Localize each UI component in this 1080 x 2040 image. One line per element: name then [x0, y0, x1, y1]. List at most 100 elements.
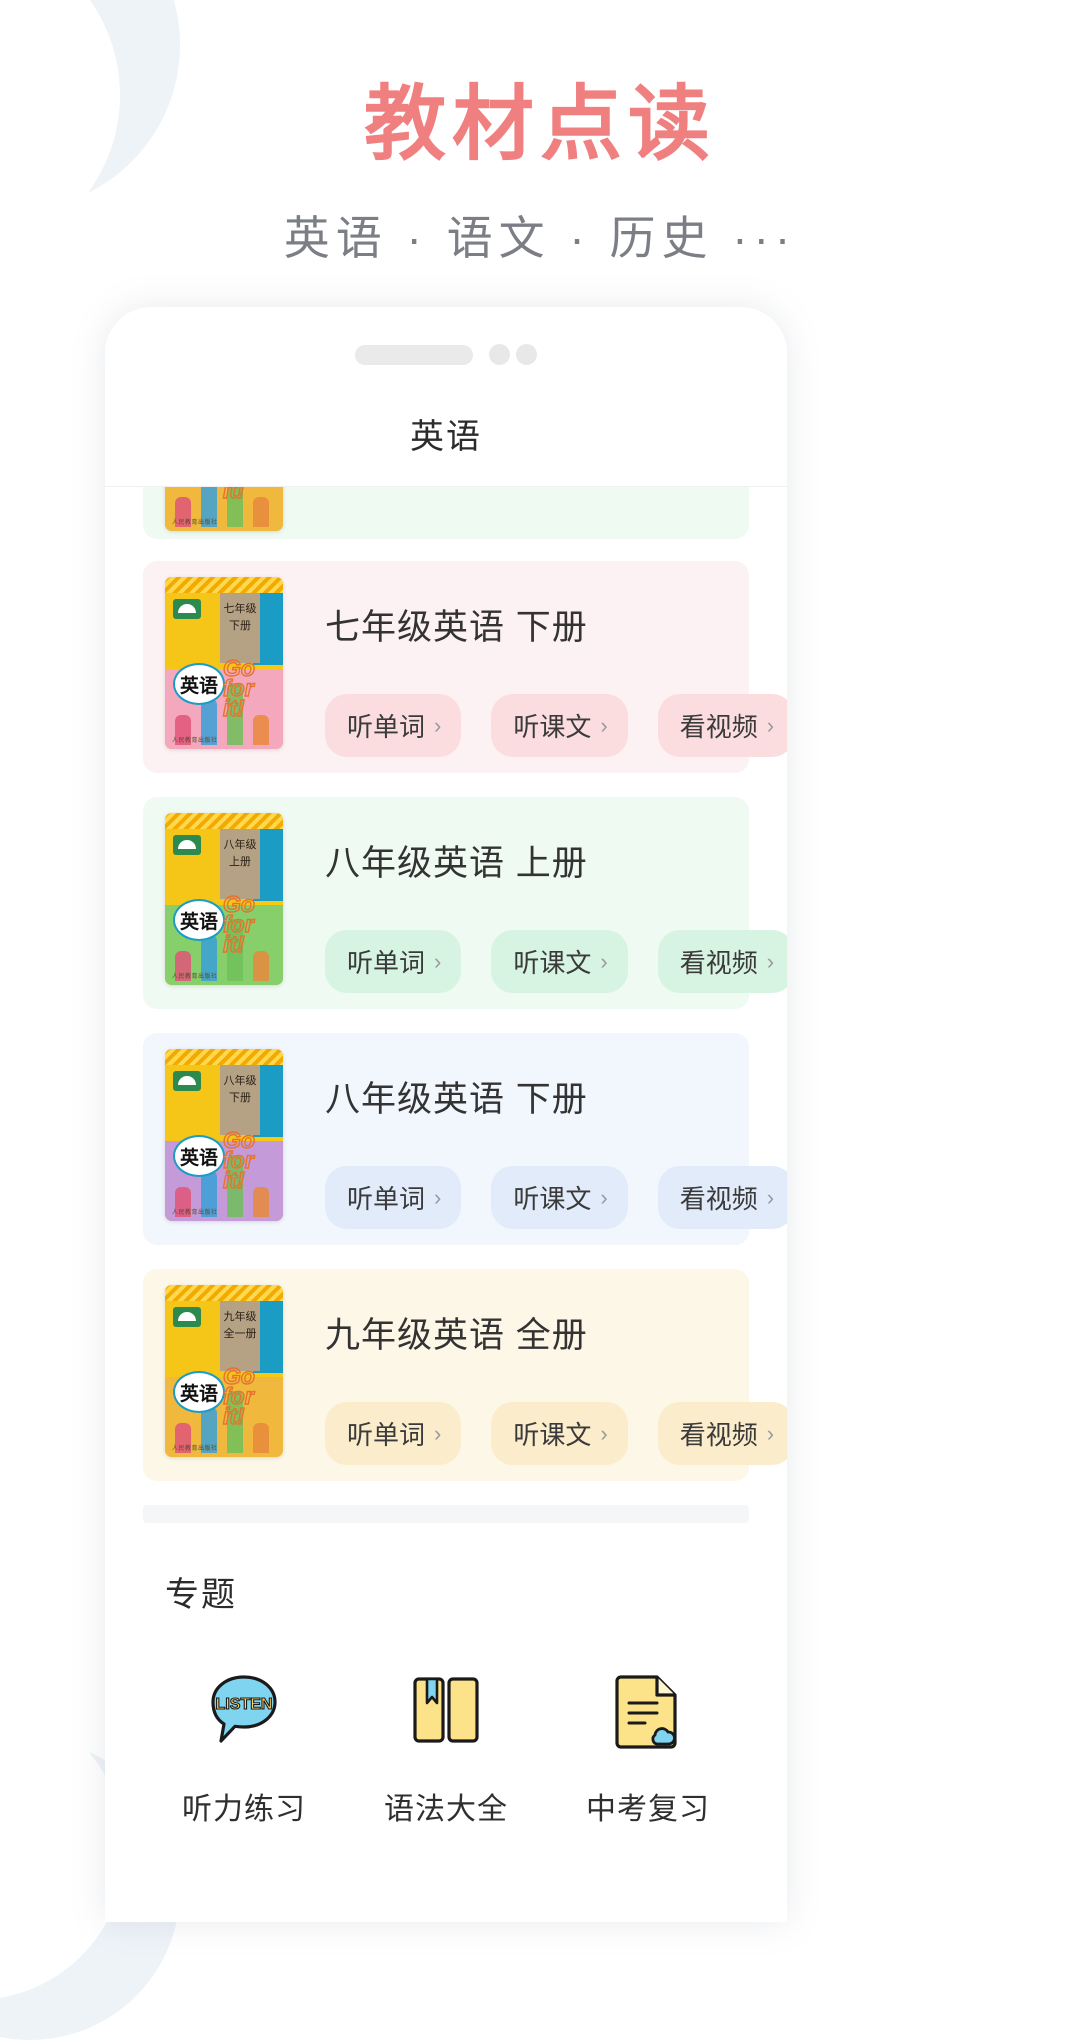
document-cloud-icon [547, 1662, 749, 1758]
phone-mockup: 英语 英语Goforit!人民教育出版社七年级下册英语Goforit!人民教育出… [105, 307, 787, 1922]
publisher-badge-icon [173, 599, 201, 619]
cover-publisher-text: 人民教育出版社 [172, 1446, 218, 1452]
book-title: 七年级英语 下册 [325, 608, 588, 647]
cover-publisher-text: 人民教育出版社 [172, 974, 218, 980]
topic-item[interactable]: 语法大全 [345, 1662, 547, 1828]
hero-section: 教材点读 英语 · 语文 · 历史 ··· [0, 0, 1080, 268]
cover-grade-text: 八年级 下册 [223, 1075, 257, 1104]
chevron-right-icon: › [434, 948, 442, 974]
chevron-right-icon: › [766, 712, 775, 738]
book-cover-image[interactable]: 八年级 上册 英语 Go for it! 人民教育出版社 [165, 813, 283, 985]
cover-goforit-text: Goforit! [222, 655, 255, 721]
book-card[interactable]: 八年级 下册 英语 Go for it! 人民教育出版社 八年级英语 下册 听单词 › 听课文 › 看视… [143, 1033, 787, 1245]
book-card[interactable]: 九年级 全一册 英语 Go for it! 人民教育出版社 九年级英语 全册 听单词 › 听课文 › 看… [143, 1269, 787, 1481]
book-action-label: 听单词 [347, 948, 426, 978]
book-action-label: 听单词 [347, 1184, 426, 1214]
chevron-right-icon: › [434, 1420, 442, 1446]
book-action-label: 看视频 [679, 1420, 758, 1450]
cover-subject-label: 英语 [173, 1135, 225, 1177]
book-card-body: 七年级英语 下册听单词 › 听课文 › 看视频 › [283, 577, 787, 757]
topic-item[interactable]: LISTEN 听力练习 [143, 1662, 345, 1828]
book-cover-image[interactable]: 七年级 下册 英语 Go for it! 人民教育出版社 [165, 577, 283, 749]
book-cover-image[interactable]: 八年级 下册英语 Go for it! 人民教育出版社 [165, 1049, 283, 1221]
book-action-label: 听课文 [513, 712, 592, 742]
chevron-right-icon: › [434, 712, 442, 738]
book-action-row: 听单词 › 听课文 › 看视频 › [325, 1166, 787, 1229]
cover-grade-text: 八年级 上册 [223, 839, 257, 868]
book-action-row: 听单词 › 听课文 › 看视频 › [325, 694, 787, 757]
publisher-badge-icon [173, 1071, 201, 1091]
book-action-label: 看视频 [679, 1184, 758, 1214]
book-action-button[interactable]: 看视频 › [657, 930, 787, 993]
book-action-button[interactable]: 听单词 › [325, 1402, 462, 1465]
book-action-row: 听单词 › 听课文 › 看视频 › [325, 1402, 787, 1465]
topic-grid[interactable]: LISTEN 听力练习 语法大全 中考复习 [105, 1662, 787, 1828]
book-action-row: 听单词 › 听课文 › 看视频 › [325, 930, 787, 993]
book-title: 九年级英语 全册 [325, 1316, 588, 1355]
cover-goforit-text: Goforit! [222, 891, 255, 957]
book-action-button[interactable]: 看视频 › [657, 1166, 787, 1229]
topic-label: 中考复习 [586, 1793, 710, 1826]
book-action-button[interactable]: 听单词 › [325, 1166, 462, 1229]
book-action-button[interactable]: 听课文 › [491, 694, 628, 757]
cover-goforit-text: Goforit! [222, 1363, 255, 1429]
book-action-button[interactable]: 看视频 › [657, 694, 787, 757]
book-card[interactable]: 英语Goforit!人民教育出版社 [143, 487, 749, 539]
book-action-button[interactable]: 听单词 › [325, 694, 462, 757]
cover-grade-text: 七年级 下册 [223, 603, 257, 632]
svg-text:LISTEN: LISTEN [216, 1696, 273, 1713]
book-action-label: 听单词 [347, 712, 426, 742]
book-card[interactable]: 八年级 上册 英语 Go for it! 人民教育出版社 八年级英语 上册 听单词 › 听课文 › 看视… [143, 797, 787, 1009]
publisher-badge-icon [173, 1307, 201, 1327]
phone-notch [105, 307, 787, 365]
book-action-button[interactable]: 听课文 › [491, 930, 628, 993]
cover-subject-label: 英语 [173, 663, 225, 705]
chevron-right-icon: › [766, 1420, 775, 1446]
book-action-label: 听课文 [513, 948, 592, 978]
book-card-body: 八年级英语 下册 听单词 › 听课文 › 看视频 › [283, 1049, 787, 1229]
book-card-body: 八年级英语 上册听单词 › 听课文 › 看视频 › [283, 813, 787, 993]
book-card[interactable]: 七年级 下册 英语 Go for it! 人民教育出版社 七年级英语 下册 听单词 › 听课文 › 看视… [143, 561, 787, 773]
book-title: 八年级英语 下册 [325, 1080, 588, 1119]
speaker-bar-icon [355, 344, 473, 365]
topic-item[interactable]: 中考复习 [547, 1662, 749, 1828]
book-action-label: 看视频 [679, 948, 758, 978]
cover-stripe [165, 813, 283, 829]
cover-stripe [165, 577, 283, 593]
chevron-right-icon: › [600, 1420, 608, 1446]
publisher-badge-icon [173, 835, 201, 855]
book-action-button[interactable]: 听课文 › [491, 1402, 628, 1465]
book-list[interactable]: 英语Goforit!人民教育出版社七年级下册英语Goforit!人民教育出版社七… [105, 486, 787, 1481]
topic-label: 听力练习 [182, 1793, 306, 1826]
book-cover-image[interactable]: 英语Goforit!人民教育出版社 [165, 487, 283, 531]
app-page-title: 英语 [410, 418, 482, 456]
chevron-right-icon: › [766, 1184, 775, 1210]
book-action-button[interactable]: 听单词 › [325, 930, 462, 993]
cover-goforit-text: Goforit! [222, 1127, 255, 1193]
book-action-button[interactable]: 听课文 › [491, 1166, 628, 1229]
chevron-right-icon: › [434, 1184, 442, 1210]
chevron-right-icon: › [600, 712, 608, 738]
book-action-label: 听单词 [347, 1420, 426, 1450]
chevron-right-icon: › [600, 948, 608, 974]
page-title: 教材点读 [363, 79, 716, 170]
cover-stripe [165, 1285, 283, 1301]
book-card-body: 九年级英语 全册听单词 › 听课文 › 看视频 › [283, 1285, 787, 1465]
topic-section-heading: 专题 [165, 1576, 237, 1614]
book-action-button[interactable]: 看视频 › [657, 1402, 787, 1465]
book-title: 八年级英语 上册 [325, 844, 588, 883]
cover-publisher-text: 人民教育出版社 [172, 1210, 218, 1216]
cover-publisher-text: 人民教育出版社 [172, 520, 218, 526]
book-cover-image[interactable]: 九年级 全一册 英语 Go for it! 人民教育出版社 [165, 1285, 283, 1457]
chevron-right-icon: › [600, 1184, 608, 1210]
book-action-label: 看视频 [679, 712, 758, 742]
chevron-right-icon: › [766, 948, 775, 974]
cover-grade-text: 九年级 全一册 [223, 1311, 257, 1340]
listen-bubble-icon: LISTEN [143, 1662, 345, 1758]
hero-subtitle: 英语 · 语文 · 历史 ··· [283, 212, 797, 265]
open-book-icon [345, 1662, 547, 1758]
section-divider [143, 1505, 749, 1523]
book-action-label: 听课文 [513, 1420, 592, 1450]
topic-label: 语法大全 [384, 1793, 508, 1826]
cover-goforit-text: Goforit! [222, 487, 245, 503]
